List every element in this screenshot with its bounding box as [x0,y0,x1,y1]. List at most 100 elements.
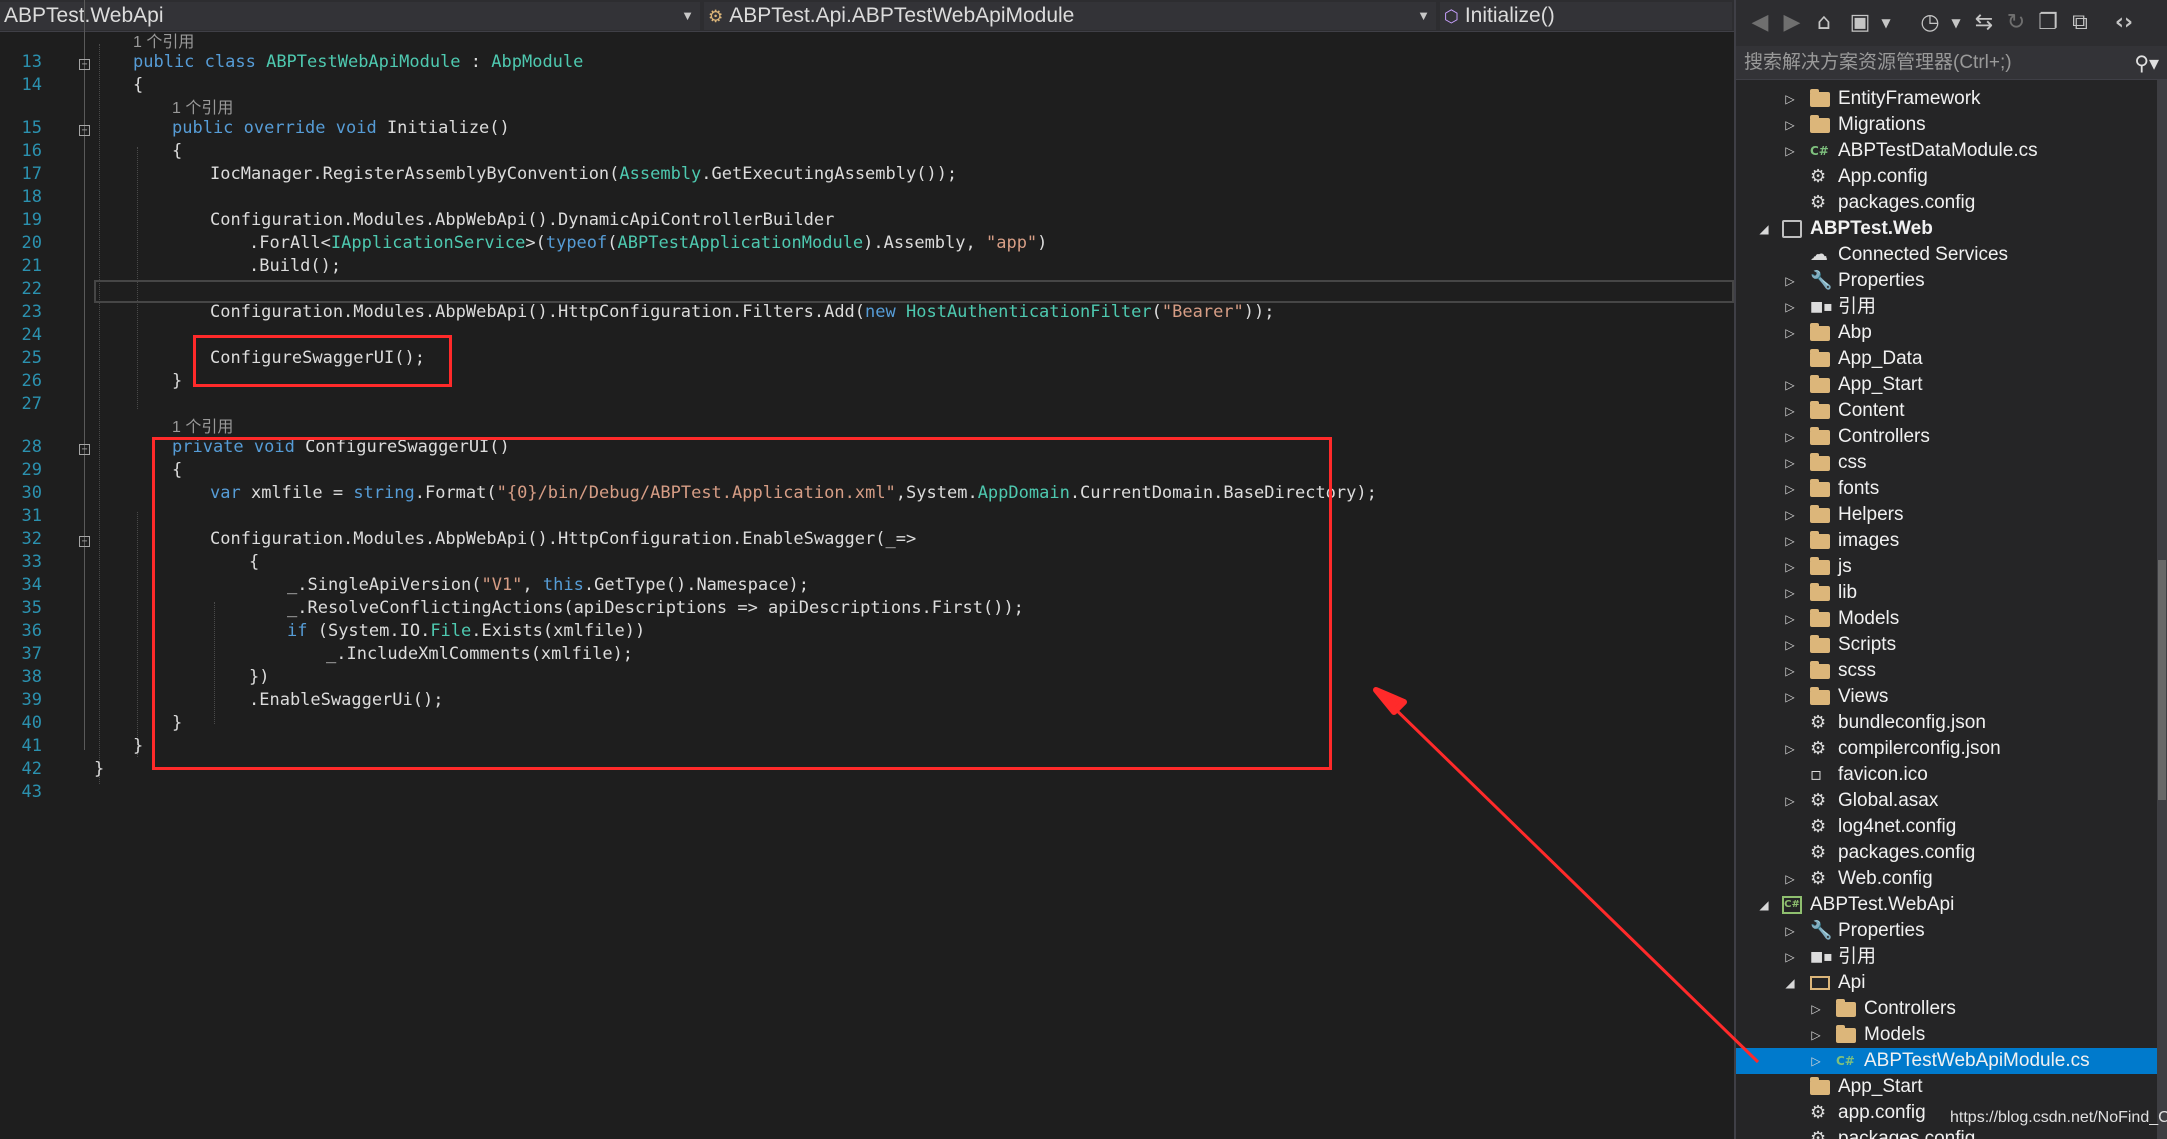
code-line[interactable]: 22 [0,278,1734,301]
chevron-right-icon[interactable]: ▷ [1782,294,1798,320]
code-line[interactable]: 14 { [0,74,1734,97]
tree-item[interactable]: ▷ ⚙ Global.asax [1736,788,2167,814]
collapse-all-icon[interactable]: ❐ [2034,9,2062,37]
chevron-right-icon[interactable]: ▷ [1782,632,1798,658]
chevron-right-icon[interactable]: ▷ [1782,944,1798,970]
search-input[interactable]: 搜索解决方案资源管理器(Ctrl+;) [1744,50,2012,76]
tree-item[interactable]: ▷ ⚙ compilerconfig.json [1736,736,2167,762]
chevron-down-icon[interactable]: ◢ [1756,216,1772,242]
tree-item[interactable]: ▷ 🔧 Properties [1736,918,2167,944]
tree-item[interactable]: ▷ Models [1736,1022,2167,1048]
chevron-right-icon[interactable]: ▷ [1782,866,1798,892]
chevron-down-icon[interactable]: ▼ [1942,9,1970,37]
code-line[interactable]: 23 Configuration.Modules.AbpWebApi().Http… [0,301,1734,324]
codelens-references[interactable]: 1 个引用 [172,418,233,438]
chevron-right-icon[interactable]: ▷ [1782,606,1798,632]
tree-item[interactable]: ⚙ log4net.config [1736,814,2167,840]
tree-item[interactable]: ⚙ App.config [1736,164,2167,190]
code-line[interactable]: 15 public override void Initialize() [0,117,1734,140]
chevron-right-icon[interactable]: ▷ [1782,476,1798,502]
code-line[interactable]: 17 IocManager.RegisterAssemblyByConventio… [0,163,1734,186]
code-line[interactable]: 20 .ForAll<IApplicationService>(typeof(AB… [0,232,1734,255]
pending-changes-icon[interactable]: ◷ [1916,9,1944,37]
tree-item[interactable]: ▫ favicon.ico [1736,762,2167,788]
tree-item[interactable]: ▷ css [1736,450,2167,476]
tree-item[interactable]: ▷ fonts [1736,476,2167,502]
tree-item[interactable]: ◢ C# ABPTest.WebApi [1736,892,2167,918]
chevron-right-icon[interactable]: ▷ [1782,684,1798,710]
tree-item[interactable]: ▷ Migrations [1736,112,2167,138]
chevron-right-icon[interactable]: ▷ [1782,138,1798,164]
tree-item[interactable]: ▷ Helpers [1736,502,2167,528]
code-line[interactable]: 13 public class ABPTestWebApiModule : Abp… [0,51,1734,74]
tree-item[interactable]: ⚙ bundleconfig.json [1736,710,2167,736]
chevron-right-icon[interactable]: ▷ [1782,502,1798,528]
chevron-right-icon[interactable]: ▷ [1782,86,1798,112]
tree-item[interactable]: ▷ Scripts [1736,632,2167,658]
class-dropdown[interactable]: ⚙ ABPTest.Api.ABPTestWebApiModule ▼ [704,2,1436,30]
tree-item[interactable]: ◢ Api [1736,970,2167,996]
tree-item[interactable]: ◢ ABPTest.Web [1736,216,2167,242]
tree-item[interactable]: ▷ scss [1736,658,2167,684]
chevron-right-icon[interactable]: ▷ [1782,788,1798,814]
code-line[interactable]: 19 Configuration.Modules.AbpWebApi().Dyna… [0,209,1734,232]
tree-item[interactable]: ⚙ packages.config [1736,840,2167,866]
tree-item[interactable]: ▷ Controllers [1736,996,2167,1022]
view-code-icon[interactable]: ‹› [2110,9,2138,37]
explorer-scroll-thumb[interactable] [2158,560,2166,800]
tree-item[interactable]: App_Start [1736,1074,2167,1100]
sync-icon[interactable]: ⇆ [1970,9,1998,37]
tree-item[interactable]: ▷ Views [1736,684,2167,710]
tree-item[interactable]: ▷ ⚙ Web.config [1736,866,2167,892]
chevron-right-icon[interactable]: ▷ [1782,450,1798,476]
chevron-down-icon[interactable]: ◢ [1756,892,1772,918]
tree-item[interactable]: ▷ Controllers [1736,424,2167,450]
code-line[interactable]: 18 [0,186,1734,209]
tree-item[interactable]: ⚙ packages.config [1736,190,2167,216]
chevron-right-icon[interactable]: ▷ [1782,528,1798,554]
tree-item[interactable]: ☁ Connected Services [1736,242,2167,268]
tree-item[interactable]: ▷ Models [1736,606,2167,632]
show-all-files-icon[interactable]: ⧉ [2066,9,2094,37]
chevron-right-icon[interactable]: ▷ [1808,1048,1824,1074]
chevron-right-icon[interactable]: ▷ [1808,996,1824,1022]
tree-item[interactable]: ▷ ■▪ 引用 [1736,944,2167,970]
tree-item[interactable]: ▷ Content [1736,398,2167,424]
code-line[interactable]: 27 [0,393,1734,416]
chevron-down-icon[interactable]: ▼ [1872,9,1900,37]
chevron-right-icon[interactable]: ▷ [1782,918,1798,944]
chevron-right-icon[interactable]: ▷ [1782,398,1798,424]
tree-item[interactable]: ▷ EntityFramework [1736,86,2167,112]
tree-item[interactable]: ▷ images [1736,528,2167,554]
codelens-references[interactable]: 1 个引用 [133,33,194,53]
code-line[interactable]: 43 [0,781,1734,804]
chevron-right-icon[interactable]: ▷ [1782,320,1798,346]
code-line[interactable]: 16 { [0,140,1734,163]
member-dropdown[interactable]: ⬡ Initialize() [1440,2,1732,30]
chevron-down-icon[interactable]: ◢ [1782,970,1798,996]
switch-views-icon[interactable]: ▣ [1846,9,1874,37]
code-line[interactable]: 21 .Build(); [0,255,1734,278]
tree-item[interactable]: App_Data [1736,346,2167,372]
project-dropdown[interactable]: ABPTest.WebApi ▼ [0,2,700,30]
chevron-right-icon[interactable]: ▷ [1782,372,1798,398]
tree-item[interactable]: ▷ App_Start [1736,372,2167,398]
chevron-right-icon[interactable]: ▷ [1782,424,1798,450]
home-icon[interactable]: ⌂ [1810,9,1838,37]
chevron-right-icon[interactable]: ▷ [1782,268,1798,294]
forward-icon[interactable]: ▶ [1778,9,1806,37]
tree-item[interactable]: ▷ lib [1736,580,2167,606]
chevron-right-icon[interactable]: ▷ [1782,658,1798,684]
chevron-right-icon[interactable]: ▷ [1782,554,1798,580]
tree-item-selected[interactable]: ▷ C# ABPTestWebApiModule.cs [1736,1048,2167,1074]
tree-item[interactable]: ▷ js [1736,554,2167,580]
back-icon[interactable]: ◀ [1746,9,1774,37]
tree-item[interactable]: ▷ C# ABPTestDataModule.cs [1736,138,2167,164]
chevron-right-icon[interactable]: ▷ [1782,736,1798,762]
tree-item[interactable]: ▷ ■▪ 引用 [1736,294,2167,320]
refresh-icon[interactable]: ↻ [2002,9,2030,37]
chevron-right-icon[interactable]: ▷ [1808,1022,1824,1048]
tree-item[interactable]: ▷ Abp [1736,320,2167,346]
tree-item[interactable]: ▷ 🔧 Properties [1736,268,2167,294]
codelens-references[interactable]: 1 个引用 [172,99,233,119]
